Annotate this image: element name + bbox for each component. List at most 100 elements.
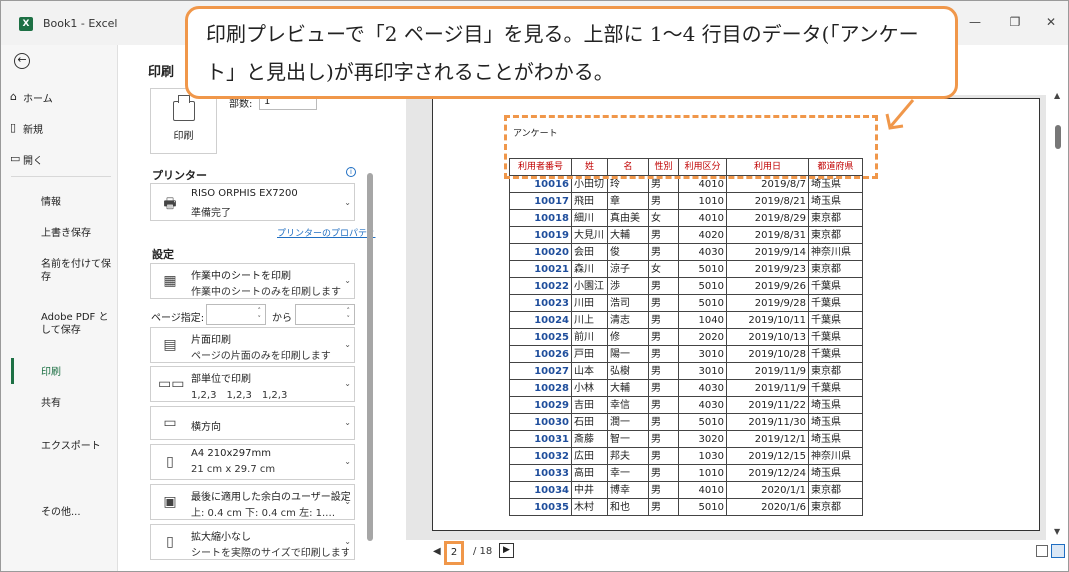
spinner-icon[interactable]: ˄ ˅ (258, 307, 262, 323)
table-cell: 2019/9/14 (726, 243, 809, 261)
collate-select[interactable]: ▭▭ 部単位で印刷 1,2,3 1,2,3 1,2,3 ⌄ (150, 366, 355, 402)
table-cell: 5010 (678, 277, 727, 295)
table-cell: 千葉県 (808, 345, 863, 363)
nav-more[interactable]: その他... (41, 506, 111, 519)
nav-adobe-pdf[interactable]: Adobe PDF として保存 (41, 311, 111, 337)
table-cell: 幸信 (607, 396, 649, 414)
landscape-icon: ▭ (163, 415, 177, 431)
table-header-cell: 名 (607, 158, 649, 176)
chevron-down-icon: ⌄ (344, 340, 351, 349)
margins-select[interactable]: ▣ 最後に適用した余白のユーザー設定 上: 0.4 cm 下: 0.4 cm 左… (150, 484, 355, 520)
next-page-icon[interactable]: ▶ (499, 543, 514, 558)
table-row: 10029 吉田 幸信男 4030 2019/11/22 埼玉県 (509, 396, 863, 414)
nav-home[interactable]: ⌂ ホーム (10, 90, 53, 105)
sheet-grid-icon: ▦ (163, 273, 177, 289)
pages-to-input[interactable]: ˄ ˅ (295, 304, 355, 325)
table-cell: 男 (648, 464, 679, 482)
table-cell: 小林 (571, 379, 608, 397)
pages-label: ページ指定: (151, 313, 205, 324)
show-margins-icon[interactable] (1036, 545, 1048, 557)
table-cell: 東京都 (808, 362, 863, 380)
table-cell: 10017 (509, 192, 572, 210)
spinner-icon[interactable]: ˄ ˅ (347, 307, 351, 323)
back-arrow-icon[interactable]: ← (14, 53, 30, 69)
restore-button[interactable]: ❐ (1005, 15, 1025, 29)
table-row: 10021 森川 涼子女 5010 2019/9/23 東京都 (509, 260, 863, 278)
print-sides-select[interactable]: ▤ 片面印刷 ページの片面のみを印刷します ⌄ (150, 327, 355, 363)
table-cell: 山本 (571, 362, 608, 380)
table-cell: 清志 (607, 311, 649, 329)
nav-save[interactable]: 上書き保存 (41, 227, 111, 240)
table-cell: 10018 (509, 209, 572, 227)
preview-scrollbar-thumb[interactable] (1055, 125, 1061, 149)
table-cell: 2019/9/23 (726, 260, 809, 278)
table-cell: 修 (607, 328, 649, 346)
paper-title: A4 210x297mm (191, 448, 271, 459)
table-cell: 2019/9/28 (726, 294, 809, 312)
scroll-up-icon[interactable]: ▲ (1054, 91, 1060, 100)
table-cell: 3020 (678, 430, 727, 448)
table-cell: 2019/11/9 (726, 362, 809, 380)
settings-scrollbar[interactable] (367, 173, 373, 541)
table-cell: 2019/12/15 (726, 447, 809, 465)
orientation-select[interactable]: ▭ 横方向 ⌄ (150, 406, 355, 440)
table-cell: 大見川 (571, 226, 608, 244)
paper-size-select[interactable]: ▯ A4 210x297mm 21 cm x 29.7 cm ⌄ (150, 444, 355, 480)
table-cell: 1010 (678, 192, 727, 210)
scaling-icon: ▯ (166, 534, 174, 550)
current-page-input[interactable]: 2 (444, 541, 464, 565)
chevron-down-icon: ⌄ (344, 418, 351, 427)
table-header-cell: 利用者番号 (509, 158, 572, 176)
table-cell: 男 (648, 328, 679, 346)
table-cell: 10025 (509, 328, 572, 346)
excel-app-icon: X (19, 17, 33, 31)
excel-window: X Book1 - Excel — ❐ ✕ ← ⌂ ホーム ▯ 新規 ▭ 開く 情報 … (0, 0, 1069, 572)
nav-new[interactable]: ▯ 新規 (10, 121, 43, 136)
table-row: 10032 広田 邦夫男 1030 2019/12/15 神奈川県 (509, 447, 863, 465)
nav-info[interactable]: 情報 (41, 196, 111, 209)
table-cell: 男 (648, 294, 679, 312)
previous-page-icon[interactable]: ◀ (433, 546, 441, 557)
table-cell: 5010 (678, 294, 727, 312)
table-cell: 東京都 (808, 209, 863, 227)
table-cell: 3010 (678, 362, 727, 380)
table-cell: 2019/8/21 (726, 192, 809, 210)
table-cell: 2019/9/26 (726, 277, 809, 295)
table-cell: 10031 (509, 430, 572, 448)
nav-print[interactable]: 印刷 (41, 366, 111, 379)
callout-text: 印刷プレビューで「2 ページ目」を見る。上部に 1〜4 行目のデータ(「アンケー… (206, 22, 919, 84)
table-cell: 森川 (571, 260, 608, 278)
table-cell: 5010 (678, 260, 727, 278)
folder-icon: ▭ (10, 152, 21, 165)
table-cell: 陽一 (607, 345, 649, 363)
info-icon[interactable]: i (346, 167, 356, 177)
margins-title: 最後に適用した余白のユーザー設定 (191, 492, 351, 503)
nav-share[interactable]: 共有 (41, 397, 111, 410)
table-cell: 東京都 (808, 498, 863, 516)
table-row: 10034 中井 博幸男 4010 2020/1/1 東京都 (509, 481, 863, 499)
table-row: 10017 飛田章男 1010 2019/8/21 埼玉県 (509, 192, 863, 210)
nav-export[interactable]: エクスポート (41, 440, 111, 453)
table-cell: 石田 (571, 413, 608, 431)
close-button[interactable]: ✕ (1041, 15, 1061, 29)
table-row: 10035 木村 和也男 5010 2020/1/6 東京都 (509, 498, 863, 516)
nav-open[interactable]: ▭ 開く (10, 152, 43, 167)
minimize-button[interactable]: — (965, 15, 985, 29)
table-header-row: 利用者番号姓名性別 利用区分 利用日 都道府県 (509, 158, 863, 176)
table-cell: 5010 (678, 413, 727, 431)
scroll-down-icon[interactable]: ▼ (1054, 527, 1060, 536)
table-header-cell: 利用日 (726, 158, 809, 176)
scaling-select[interactable]: ▯ 拡大縮小なし シートを実際のサイズで印刷します ⌄ (150, 524, 355, 560)
nav-new-label: 新規 (23, 125, 43, 136)
table-cell: 会田 (571, 243, 608, 261)
print-scope-select[interactable]: ▦ 作業中のシートを印刷 作業中のシートのみを印刷します ⌄ (150, 263, 355, 299)
preview-table: 利用者番号姓名性別 利用区分 利用日 都道府県 10016 小田切玲男 4010 2019/… (509, 158, 863, 516)
printer-select[interactable]: 🖶 RISO ORPHIS EX7200 準備完了 ⌄ (150, 183, 355, 221)
pages-from-input[interactable]: ˄ ˅ (206, 304, 266, 325)
zoom-to-page-icon[interactable] (1051, 544, 1065, 558)
table-cell: 千葉県 (808, 379, 863, 397)
table-row: 10023 川田 浩司男 5010 2019/9/28 千葉県 (509, 294, 863, 312)
printer-properties-link[interactable]: プリンターのプロパティ (277, 226, 375, 239)
nav-save-as[interactable]: 名前を付けて保存 (41, 258, 111, 284)
table-cell: 10022 (509, 277, 572, 295)
